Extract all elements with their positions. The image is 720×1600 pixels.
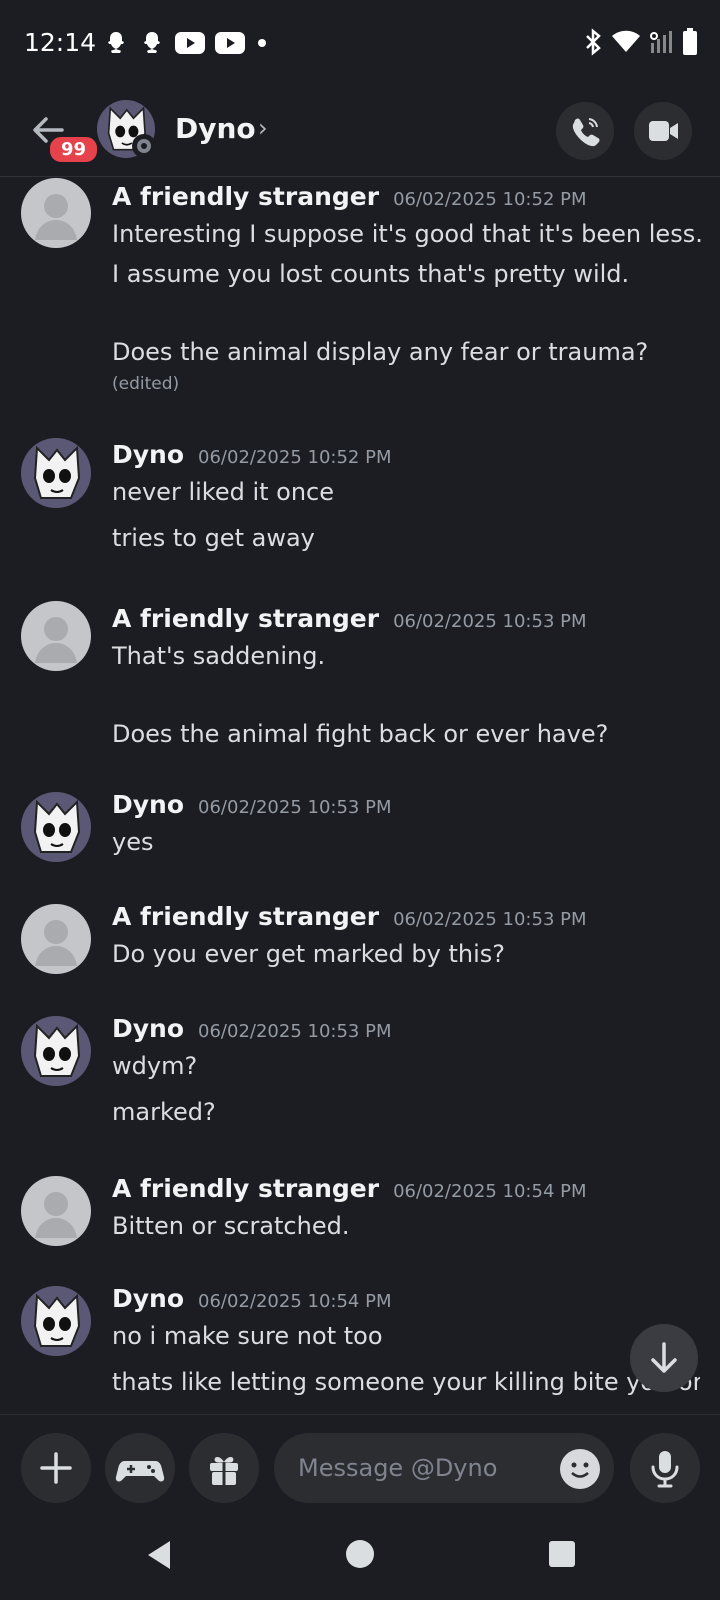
activities-button[interactable] [105, 1433, 175, 1503]
emoji-button[interactable] [560, 1449, 600, 1489]
dot-icon [258, 39, 266, 47]
youtube-icon [175, 32, 205, 54]
message-timestamp: 06/02/2025 10:53 PM [198, 1021, 392, 1042]
message-text: tries to get away [112, 524, 315, 552]
status-indicator [132, 134, 156, 158]
message-text: I assume you lost counts that's pretty w… [112, 260, 630, 288]
message-placeholder: Message @Dyno [298, 1454, 498, 1482]
phone-icon [572, 118, 600, 147]
message-input[interactable]: Message @Dyno [274, 1433, 614, 1503]
message-timestamp: 06/02/2025 10:53 PM [198, 797, 392, 818]
message-text: Does the animal display any fear or trau… [112, 338, 649, 366]
jump-to-bottom-button[interactable] [630, 1324, 698, 1392]
unread-badge: 99 [47, 134, 101, 165]
status-time: 12:14 [24, 28, 97, 57]
microphone-icon [651, 1451, 679, 1488]
default-avatar-icon [35, 617, 77, 663]
emoji-icon [571, 1462, 589, 1478]
message-text: wdym? [112, 1052, 198, 1080]
avatar[interactable] [21, 438, 91, 508]
avatar[interactable] [21, 904, 91, 974]
channel-name[interactable]: Dyno [175, 112, 256, 145]
default-avatar-icon [35, 1192, 77, 1238]
arrow-down-icon [651, 1342, 677, 1373]
message-composer: Message @Dyno [0, 1414, 720, 1525]
gift-icon [210, 1457, 238, 1485]
message-text: yes [112, 828, 154, 856]
avatar[interactable] [21, 601, 91, 671]
message-text: Interesting I suppose it's good that it'… [112, 220, 703, 248]
voice-call-button[interactable] [556, 102, 614, 160]
message-text: Does the animal fight back or ever have? [112, 720, 609, 748]
dyno-avatar-icon [33, 799, 81, 853]
nav-home-icon[interactable] [344, 1538, 376, 1570]
add-attachment-button[interactable] [21, 1433, 91, 1503]
message-author[interactable]: A friendly stranger 06/02/2025 10:53 PM [112, 902, 587, 931]
default-avatar-icon [35, 194, 77, 240]
video-camera-icon [649, 121, 678, 141]
gamepad-icon [115, 1461, 165, 1482]
dyno-avatar-icon [33, 445, 81, 499]
message-timestamp: 06/02/2025 10:54 PM [393, 1181, 587, 1202]
status-bar: 12:14 [0, 0, 720, 90]
wifi-icon [612, 30, 640, 52]
plus-icon [40, 1452, 72, 1484]
battery-icon [683, 28, 697, 55]
message-author[interactable]: Dyno 06/02/2025 10:54 PM [112, 1284, 391, 1313]
gift-button[interactable] [189, 1433, 259, 1503]
message-author[interactable]: Dyno 06/02/2025 10:53 PM [112, 1014, 391, 1043]
default-avatar-icon [35, 920, 77, 966]
avatar[interactable] [21, 178, 91, 248]
message-timestamp: 06/02/2025 10:52 PM [393, 189, 587, 210]
message-author[interactable]: Dyno 06/02/2025 10:53 PM [112, 790, 391, 819]
avatar[interactable] [21, 792, 91, 862]
message-text: no i make sure not too [112, 1322, 383, 1350]
dyno-avatar-icon [33, 1023, 81, 1077]
message-author[interactable]: A friendly stranger 06/02/2025 10:54 PM [112, 1174, 587, 1203]
chevron-right-icon[interactable]: › [258, 114, 268, 142]
message-author[interactable]: A friendly stranger 06/02/2025 10:53 PM [112, 604, 587, 633]
youtube-icon [215, 32, 245, 54]
avatar[interactable] [21, 1286, 91, 1356]
message-text: thats like letting someone your killing … [112, 1368, 700, 1396]
dyno-avatar-icon [33, 1293, 81, 1347]
message-timestamp: 06/02/2025 10:53 PM [393, 909, 587, 930]
channel-header: 99 Dyno › [0, 90, 720, 177]
bluetooth-icon [586, 28, 601, 56]
message-text: That's saddening. [112, 642, 326, 670]
signal-icon [650, 31, 672, 53]
message-text: never liked it once [112, 478, 335, 506]
avatar[interactable] [21, 1176, 91, 1246]
system-nav-bar [0, 1524, 720, 1600]
snapchat-icon [144, 32, 160, 53]
video-call-button[interactable] [634, 102, 692, 160]
message-author[interactable]: Dyno 06/02/2025 10:52 PM [112, 440, 391, 469]
nav-recents-icon[interactable] [548, 1540, 576, 1568]
message-text: Do you ever get marked by this? [112, 940, 506, 968]
message-timestamp: 06/02/2025 10:54 PM [198, 1291, 392, 1312]
message-text: marked? [112, 1098, 216, 1126]
message-text: Bitten or scratched. [112, 1212, 350, 1240]
avatar[interactable] [21, 1016, 91, 1086]
snapchat-icon [108, 32, 124, 53]
nav-back-icon[interactable] [144, 1538, 174, 1572]
message-timestamp: 06/02/2025 10:53 PM [393, 611, 587, 632]
voice-message-button[interactable] [630, 1433, 700, 1503]
edited-label: (edited) [112, 374, 180, 394]
message-timestamp: 06/02/2025 10:52 PM [198, 447, 392, 468]
message-author[interactable]: A friendly stranger 06/02/2025 10:52 PM [112, 182, 587, 211]
